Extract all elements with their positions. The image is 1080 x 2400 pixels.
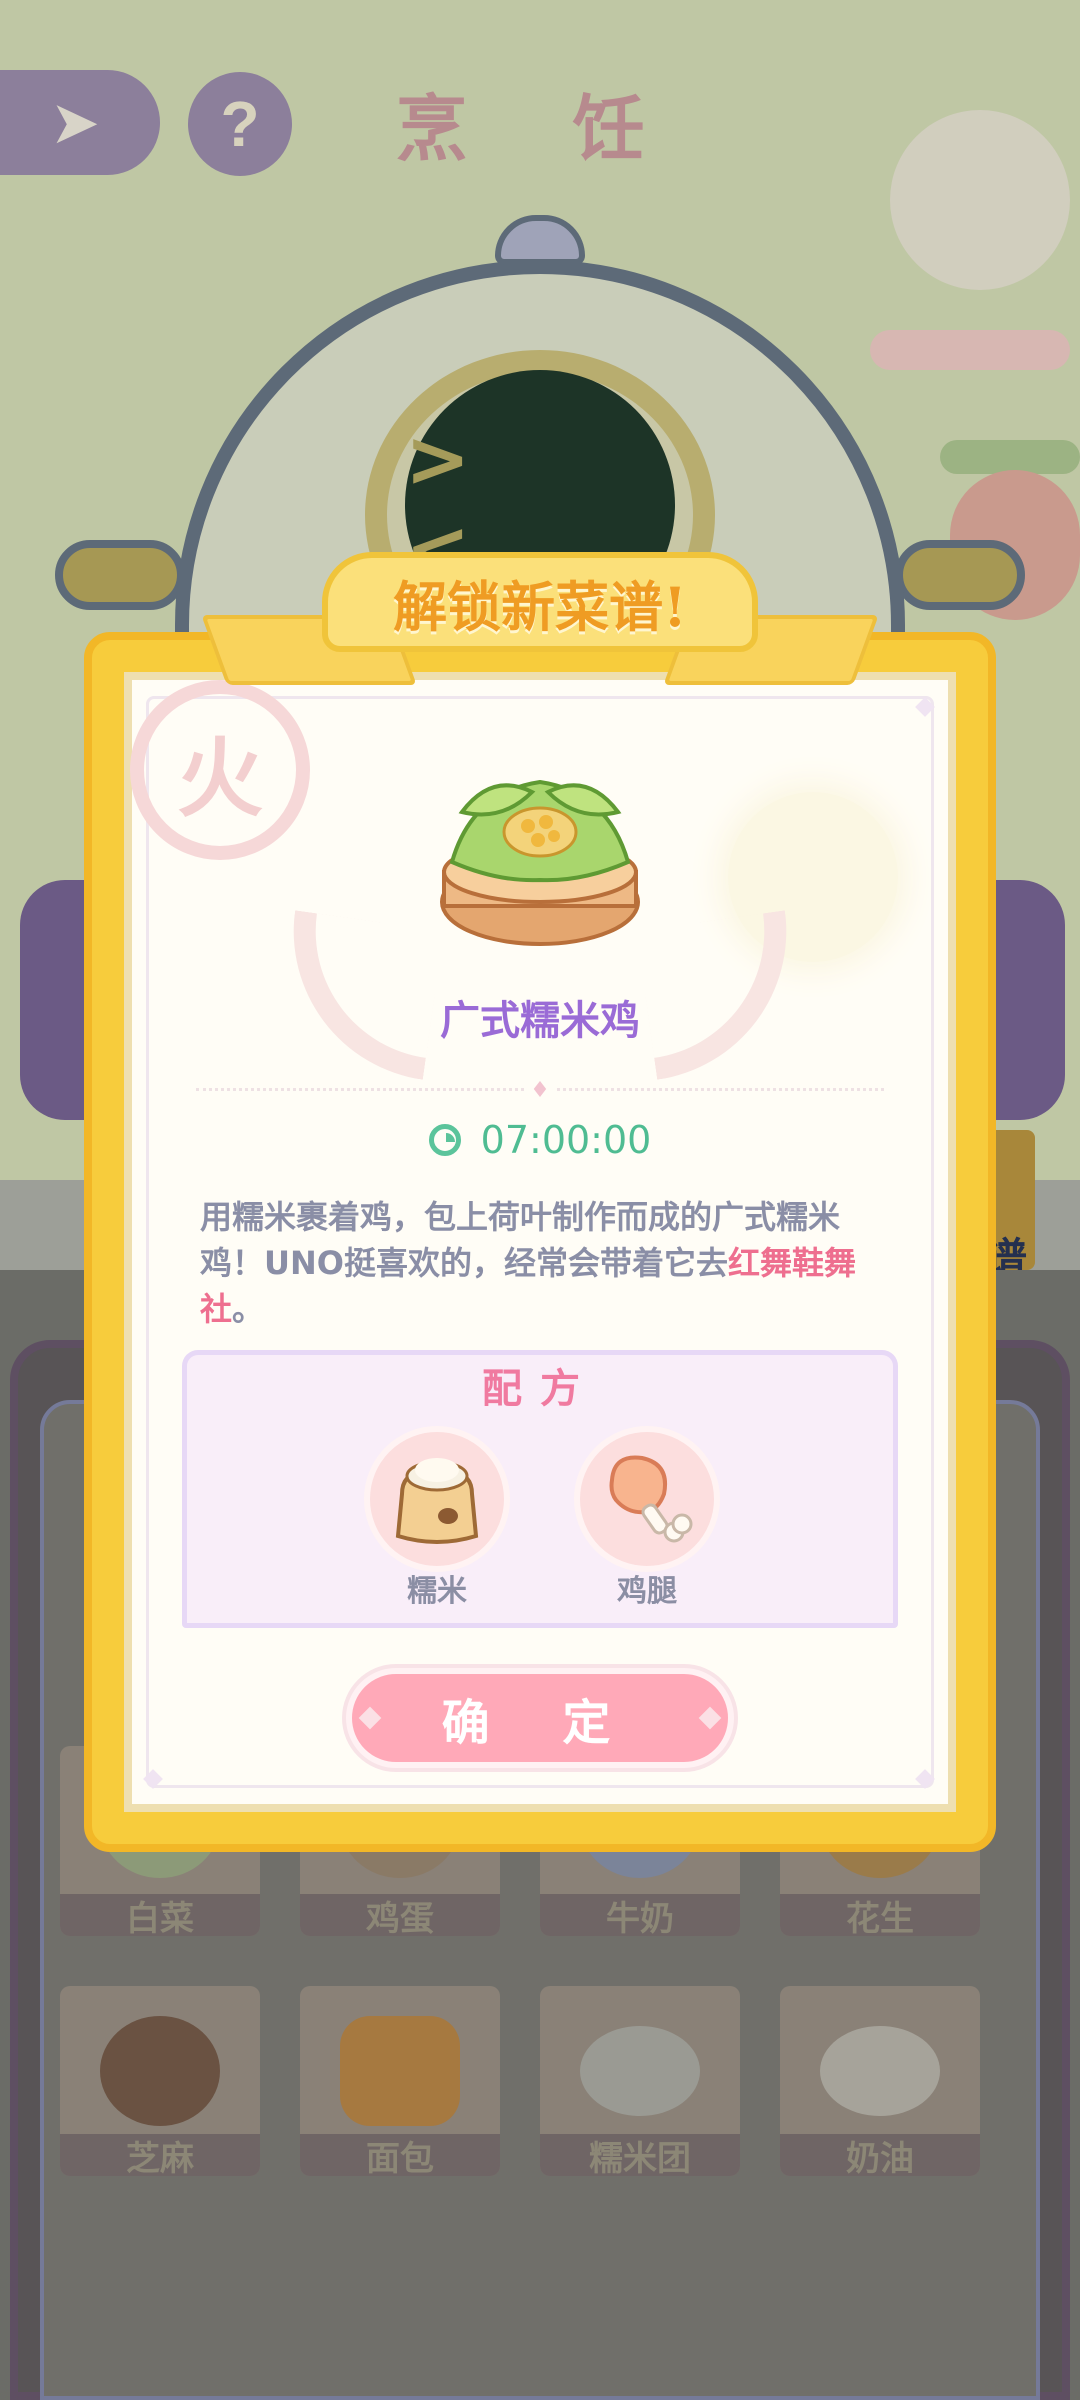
cream-icon bbox=[820, 2026, 940, 2116]
dish-description: 用糯米裹着鸡，包上荷叶制作而成的广式糯米鸡！UNO挺喜欢的，经常会带着它去红舞鞋… bbox=[200, 1194, 890, 1332]
sesame-icon bbox=[100, 2016, 220, 2126]
ingredient-slot-label: 花生 bbox=[780, 1894, 980, 1939]
cook-time: 07:00:00 bbox=[0, 1118, 1080, 1162]
recipe-ingredient[interactable]: 糯米 bbox=[362, 1426, 512, 1610]
dish-name: 广式糯米鸡 bbox=[440, 998, 640, 1044]
ingredient-slot-label: 奶油 bbox=[780, 2134, 980, 2179]
bread-icon bbox=[340, 2016, 460, 2126]
ingredient-slot-label: 芝麻 bbox=[60, 2134, 260, 2179]
confirm-button[interactable]: 确 定 bbox=[346, 1668, 734, 1768]
ingredient-circle bbox=[574, 1426, 720, 1572]
recipe-ingredient[interactable]: 鸡腿 bbox=[572, 1426, 722, 1610]
ingredient-label: 糯米 bbox=[407, 1574, 467, 1609]
ingredient-slot[interactable]: 糯米团 bbox=[540, 1986, 740, 2179]
cook-time-value: 07:00:00 bbox=[480, 1118, 652, 1162]
description-end: 。 bbox=[232, 1290, 265, 1328]
ingredient-circle bbox=[364, 1426, 510, 1572]
ingredient-slot-label: 牛奶 bbox=[540, 1894, 740, 1939]
banner-title: 解锁新菜谱! bbox=[393, 574, 687, 639]
recipe-title: 配方 bbox=[482, 1366, 598, 1412]
shelf-decoration bbox=[940, 440, 1080, 474]
bow-icon: ♦ bbox=[524, 1078, 556, 1103]
rice-sack-icon bbox=[395, 1458, 479, 1544]
shelf-decoration bbox=[870, 330, 1070, 370]
ingredient-slot-label: 鸡蛋 bbox=[300, 1894, 500, 1939]
page-title: 烹 饪 bbox=[395, 86, 685, 171]
ingredient-slot[interactable]: 芝麻 bbox=[60, 1986, 260, 2179]
button-diamond-icon bbox=[698, 1706, 722, 1730]
ingredient-label: 鸡腿 bbox=[617, 1574, 677, 1609]
clock-icon bbox=[428, 1124, 461, 1156]
rice-ball-icon bbox=[580, 2026, 700, 2116]
ingredient-slot[interactable]: 奶油 bbox=[780, 1986, 980, 2179]
unlock-banner: 解锁新菜谱! bbox=[322, 552, 758, 652]
chicken-leg-icon bbox=[609, 1455, 693, 1543]
robot-arm-left bbox=[55, 540, 185, 610]
button-diamond-icon bbox=[358, 1706, 382, 1730]
chef-stamp-icon: 火 bbox=[130, 680, 310, 860]
ingredient-slot-label: 糯米团 bbox=[540, 2134, 740, 2179]
ingredient-slot[interactable]: 面包 bbox=[300, 1986, 500, 2179]
ingredient-slot-label: 白菜 bbox=[60, 1894, 260, 1939]
ingredient-slot-label: 面包 bbox=[300, 2134, 500, 2179]
robot-arm-right bbox=[895, 540, 1025, 610]
lotus-leaf-chicken-dish-icon bbox=[440, 779, 640, 946]
confirm-label: 确 定 bbox=[441, 1695, 639, 1751]
